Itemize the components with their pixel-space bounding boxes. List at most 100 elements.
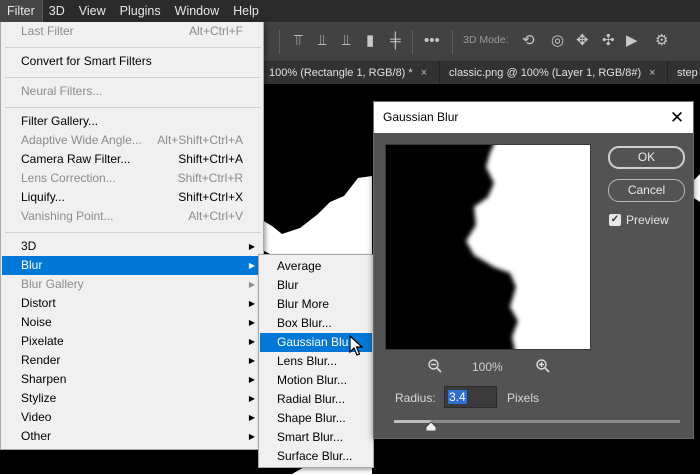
preview-checkbox[interactable]: ✓	[609, 214, 621, 226]
gaussian-blur-dialog: Gaussian Blur ✕ OK Cancel ✓ Preview 100%…	[373, 101, 694, 439]
menu-item-3d[interactable]: 3D ▶	[2, 237, 263, 256]
menu-item-label: Filter Gallery...	[21, 114, 99, 128]
submenu-arrow-icon: ▶	[248, 261, 255, 270]
menu-item-label: Convert for Smart Filters	[21, 54, 152, 68]
blur-preview[interactable]	[385, 144, 591, 350]
menu-separator	[5, 232, 261, 233]
submenu-item-smart-blur[interactable]: Smart Blur...	[260, 428, 372, 447]
3d-mode-label: 3D Mode:	[463, 34, 509, 46]
3d-roll-icon[interactable]: ◎	[551, 31, 564, 51]
menu-item-lens-correction[interactable]: Lens Correction... Shift+Ctrl+R	[2, 169, 263, 188]
menu-help[interactable]: Help	[226, 0, 266, 22]
3d-orbit-icon[interactable]: ⟲	[522, 31, 535, 51]
submenu-item-motion-blur[interactable]: Motion Blur...	[260, 371, 372, 390]
menu-item-label: Neural Filters...	[21, 84, 103, 98]
radius-input[interactable]: 3.4	[444, 386, 497, 408]
menu-item-label: Video	[21, 410, 52, 424]
menu-item-liquify[interactable]: Liquify... Shift+Ctrl+X	[2, 188, 263, 207]
zoom-out-icon[interactable]	[427, 358, 443, 374]
menu-item-label: Pixelate	[21, 334, 64, 348]
submenu-arrow-icon: ▶	[248, 242, 255, 251]
3d-scale-icon[interactable]: ⚙	[655, 31, 668, 51]
menu-item-label: Sharpen	[21, 372, 67, 386]
submenu-item-radial-blur[interactable]: Radial Blur...	[260, 390, 372, 409]
shortcut-label: Shift+Ctrl+R	[177, 171, 243, 185]
menu-item-label: Last Filter	[21, 24, 74, 38]
submenu-item-average[interactable]: Average	[260, 257, 372, 276]
filter-menu: Last Filter Alt+Ctrl+F Convert for Smart…	[0, 22, 264, 450]
zoom-in-icon[interactable]	[535, 358, 551, 374]
preview-image	[466, 145, 590, 349]
submenu-item-shape-blur[interactable]: Shape Blur...	[260, 409, 372, 428]
submenu-item-box-blur[interactable]: Box Blur...	[260, 314, 372, 333]
menu-item-pixelate[interactable]: Pixelate ▶	[2, 332, 263, 351]
3d-drag-icon[interactable]: ✥	[576, 31, 589, 51]
submenu-arrow-icon: ▶	[248, 432, 255, 441]
3d-slide-icon[interactable]: ✣	[602, 31, 615, 51]
close-icon[interactable]: ×	[421, 67, 427, 79]
divider	[412, 30, 413, 54]
blur-submenu: Average Blur Blur More Box Blur... Gauss…	[258, 254, 374, 468]
align-left-icon[interactable]: ▮	[366, 31, 374, 51]
menu-item-neural-filters[interactable]: Neural Filters...	[2, 82, 263, 101]
submenu-arrow-icon: ▶	[248, 413, 255, 422]
menu-item-filter-gallery[interactable]: Filter Gallery...	[2, 112, 263, 131]
menu-separator	[5, 77, 261, 78]
align-bottom-icon[interactable]: ⫫	[342, 31, 350, 51]
radius-value: 3.4	[448, 390, 467, 404]
menu-item-stylize[interactable]: Stylize ▶	[2, 389, 263, 408]
cancel-button[interactable]: Cancel	[608, 179, 685, 202]
tab-classic[interactable]: classic.png @ 100% (Layer 1, RGB/8#) ×	[440, 62, 668, 84]
menu-item-sharpen[interactable]: Sharpen ▶	[2, 370, 263, 389]
menu-item-noise[interactable]: Noise ▶	[2, 313, 263, 332]
menu-item-vanishing-point[interactable]: Vanishing Point... Alt+Ctrl+V	[2, 207, 263, 226]
menu-item-video[interactable]: Video ▶	[2, 408, 263, 427]
menu-item-blur[interactable]: Blur ▶	[2, 256, 263, 275]
submenu-item-blur[interactable]: Blur	[260, 276, 372, 295]
shortcut-label: Alt+Shift+Ctrl+A	[157, 133, 243, 147]
zoom-level: 100%	[472, 360, 503, 374]
menu-item-other[interactable]: Other ▶	[2, 427, 263, 446]
menu-view[interactable]: View	[72, 0, 113, 22]
submenu-arrow-icon: ▶	[248, 318, 255, 327]
submenu-item-blur-more[interactable]: Blur More	[260, 295, 372, 314]
more-options-icon[interactable]: •••	[424, 31, 440, 51]
menu-item-label: Camera Raw Filter...	[21, 152, 131, 166]
tab-step[interactable]: step	[668, 62, 700, 84]
radius-slider-track[interactable]	[394, 420, 680, 423]
close-icon[interactable]: ✕	[661, 102, 693, 133]
align-vcenter-icon[interactable]: ⫫	[318, 31, 326, 51]
menu-item-label: 3D	[21, 239, 37, 253]
menu-item-adaptive-wide-angle[interactable]: Adaptive Wide Angle... Alt+Shift+Ctrl+A	[2, 131, 263, 150]
dialog-title[interactable]: Gaussian Blur	[374, 102, 693, 133]
radius-slider-thumb[interactable]	[426, 422, 437, 431]
submenu-item-surface-blur[interactable]: Surface Blur...	[260, 447, 372, 466]
menu-3d[interactable]: 3D	[42, 0, 72, 22]
menu-item-convert-smart-filters[interactable]: Convert for Smart Filters	[2, 52, 263, 71]
menu-window[interactable]: Window	[168, 0, 226, 22]
menu-item-label: Other	[21, 429, 52, 443]
menu-separator	[5, 47, 261, 48]
preview-label: Preview	[626, 213, 669, 227]
menu-item-last-filter[interactable]: Last Filter Alt+Ctrl+F	[2, 22, 263, 41]
menu-plugins[interactable]: Plugins	[113, 0, 168, 22]
submenu-arrow-icon: ▶	[248, 299, 255, 308]
menu-item-label: Vanishing Point...	[21, 209, 114, 223]
ok-button[interactable]: OK	[608, 146, 685, 169]
3d-camera-icon[interactable]: ▶	[626, 31, 638, 51]
align-top-icon[interactable]: ⫪	[294, 31, 302, 51]
menu-item-label: Distort	[21, 296, 56, 310]
menu-item-blur-gallery[interactable]: Blur Gallery ▶	[2, 275, 263, 294]
close-icon[interactable]: ×	[649, 67, 655, 79]
menu-item-label: Render	[21, 353, 61, 367]
menu-filter[interactable]: Filter	[0, 0, 43, 23]
menu-item-label: Noise	[21, 315, 52, 329]
menu-item-camera-raw[interactable]: Camera Raw Filter... Shift+Ctrl+A	[2, 150, 263, 169]
tab-label: classic.png @ 100% (Layer 1, RGB/8#)	[449, 67, 642, 79]
menu-item-render[interactable]: Render ▶	[2, 351, 263, 370]
divider	[279, 30, 280, 54]
align-hcenter-icon[interactable]: ╪	[390, 31, 401, 51]
radius-unit-label: Pixels	[507, 391, 540, 405]
menu-item-distort[interactable]: Distort ▶	[2, 294, 263, 313]
tab-rectangle[interactable]: 100% (Rectangle 1, RGB/8) * ×	[264, 62, 440, 84]
